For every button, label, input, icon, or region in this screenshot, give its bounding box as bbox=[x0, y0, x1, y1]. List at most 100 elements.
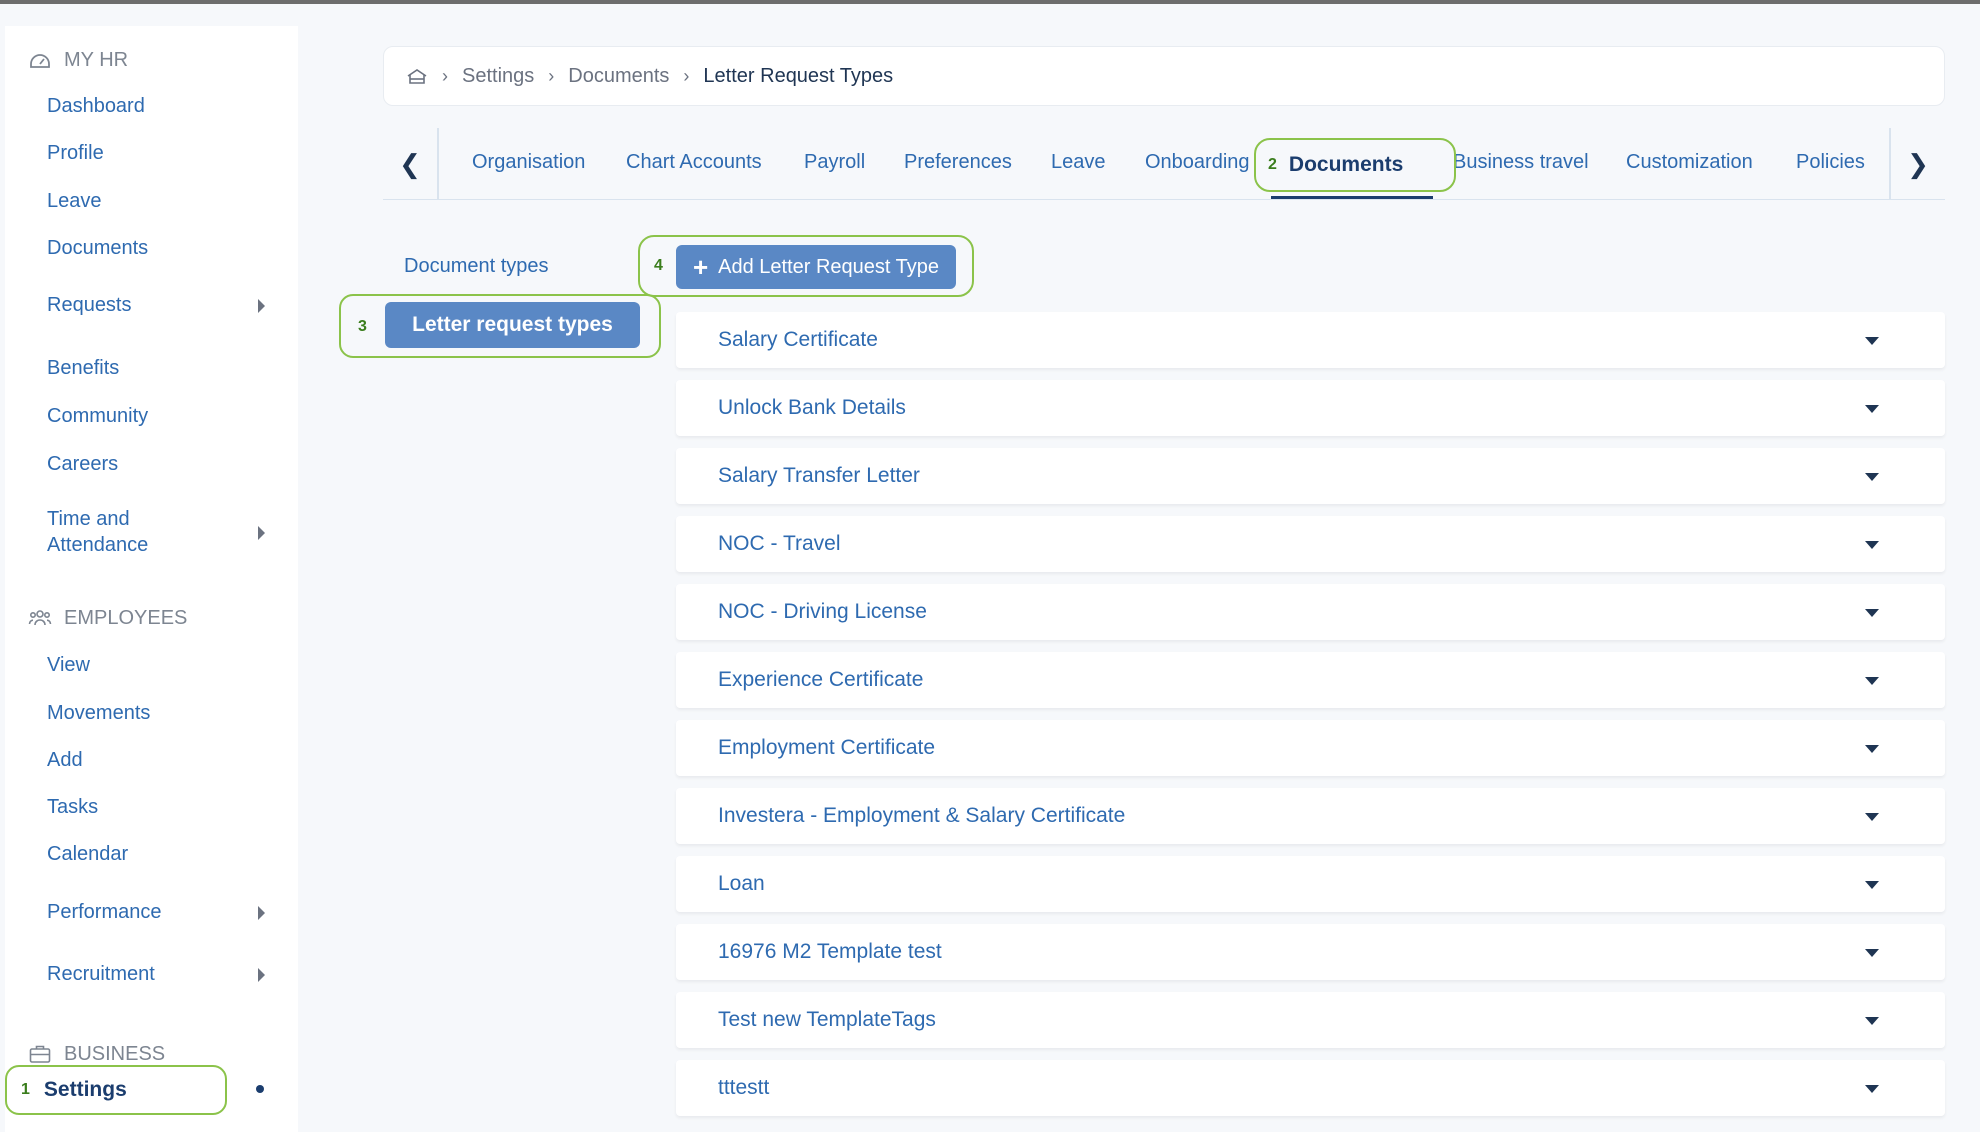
list-item[interactable]: Experience Certificate bbox=[676, 652, 1945, 708]
list-item[interactable]: Investera - Employment & Salary Certific… bbox=[676, 788, 1945, 844]
list-item[interactable]: tttestt bbox=[676, 1060, 1945, 1116]
add-letter-request-highlight: 4 + Add Letter Request Type bbox=[638, 235, 974, 297]
section-business: BUSINESS bbox=[28, 1042, 165, 1066]
chevron-down-icon[interactable] bbox=[1865, 405, 1879, 413]
chevron-down-icon[interactable] bbox=[1865, 609, 1879, 617]
chevron-down-icon[interactable] bbox=[1865, 337, 1879, 345]
breadcrumb-current: Letter Request Types bbox=[703, 64, 894, 87]
list-item-title: NOC - Driving License bbox=[718, 600, 927, 623]
section-my-hr: MY HR bbox=[28, 48, 128, 72]
subnav-letter-request-types-highlight: 3 Letter request types bbox=[339, 294, 661, 358]
subnav-letter-request-types[interactable]: Letter request types bbox=[385, 302, 640, 348]
chevron-down-icon[interactable] bbox=[1865, 881, 1879, 889]
tab-payroll[interactable]: Payroll bbox=[804, 151, 865, 174]
sidebar-item-calendar[interactable]: Calendar bbox=[47, 841, 128, 867]
sidebar-item-requests[interactable]: Requests bbox=[47, 292, 132, 318]
list-item[interactable]: Salary Transfer Letter bbox=[676, 448, 1945, 504]
tab-business-travel[interactable]: Business travel bbox=[1453, 151, 1589, 174]
sidebar-item-benefits[interactable]: Benefits bbox=[47, 355, 119, 381]
sidebar-item-view[interactable]: View bbox=[47, 652, 90, 678]
annotation-step-3: 3 bbox=[358, 318, 367, 335]
breadcrumb-separator-icon: › bbox=[683, 65, 690, 86]
tab-onboarding[interactable]: Onboarding bbox=[1145, 151, 1250, 174]
tabs-scroll-right-icon[interactable]: ❯ bbox=[1889, 128, 1945, 200]
breadcrumb-item-settings[interactable]: Settings bbox=[462, 65, 534, 88]
chevron-down-icon[interactable] bbox=[1865, 813, 1879, 821]
list-item-title: tttestt bbox=[718, 1076, 770, 1099]
annotation-step-2: 2 bbox=[1268, 156, 1277, 173]
sidebar-item-recruitment[interactable]: Recruitment bbox=[47, 961, 155, 987]
sidebar-item-leave[interactable]: Leave bbox=[47, 188, 102, 214]
list-item[interactable]: NOC - Travel bbox=[676, 516, 1945, 572]
list-item-title: Salary Transfer Letter bbox=[718, 464, 920, 487]
tab-documents-label: Documents bbox=[1288, 153, 1404, 176]
tab-customization[interactable]: Customization bbox=[1626, 151, 1753, 174]
chevron-down-icon[interactable] bbox=[1865, 745, 1879, 753]
home-icon[interactable] bbox=[406, 67, 428, 85]
list-item[interactable]: Loan bbox=[676, 856, 1945, 912]
list-item-title: Employment Certificate bbox=[718, 736, 936, 759]
list-item-title: Investera - Employment & Salary Certific… bbox=[718, 804, 1126, 827]
dashboard-gauge-icon bbox=[30, 54, 50, 68]
window-top-border bbox=[0, 0, 1980, 4]
active-tab-underline bbox=[1271, 196, 1433, 199]
chevron-down-icon[interactable] bbox=[1865, 1085, 1879, 1093]
time-attendance-line-2: Attendance bbox=[47, 534, 149, 556]
performance-expand-caret-icon[interactable] bbox=[258, 906, 265, 920]
tab-preferences[interactable]: Preferences bbox=[904, 151, 1012, 174]
subnav-document-types[interactable]: Document types bbox=[404, 255, 549, 278]
add-letter-request-type-label: Add Letter Request Type bbox=[718, 255, 940, 278]
sidebar-item-time-attendance[interactable]: Time and Attendance bbox=[47, 506, 148, 558]
sidebar-item-tasks[interactable]: Tasks bbox=[47, 794, 98, 820]
annotation-step-1: 1 bbox=[21, 1081, 30, 1098]
add-letter-request-type-button[interactable]: + Add Letter Request Type bbox=[676, 245, 956, 289]
sidebar-item-add[interactable]: Add bbox=[47, 747, 83, 773]
recruitment-expand-caret-icon[interactable] bbox=[258, 968, 265, 982]
plus-icon: + bbox=[692, 252, 709, 282]
sidebar-item-performance[interactable]: Performance bbox=[47, 899, 162, 925]
sidebar-item-movements[interactable]: Movements bbox=[47, 700, 150, 726]
chevron-down-icon[interactable] bbox=[1865, 541, 1879, 549]
list-item-title: 16976 M2 Template test bbox=[718, 940, 942, 963]
breadcrumb-item-documents[interactable]: Documents bbox=[568, 65, 669, 88]
list-item[interactable]: Employment Certificate bbox=[676, 720, 1945, 776]
list-item[interactable]: 16976 M2 Template test bbox=[676, 924, 1945, 980]
chevron-down-icon[interactable] bbox=[1865, 1017, 1879, 1025]
chevron-down-icon[interactable] bbox=[1865, 473, 1879, 481]
section-employees-label: EMPLOYEES bbox=[64, 606, 188, 629]
time-attendance-line-1: Time and bbox=[47, 508, 130, 530]
sidebar-item-settings[interactable]: 1 Settings bbox=[5, 1065, 227, 1115]
breadcrumb-separator-icon: › bbox=[548, 65, 555, 86]
list-item-title: NOC - Travel bbox=[718, 532, 841, 555]
section-employees: EMPLOYEES bbox=[28, 606, 187, 630]
tab-chart-accounts[interactable]: Chart Accounts bbox=[626, 151, 762, 174]
list-item[interactable]: NOC - Driving License bbox=[676, 584, 1945, 640]
section-business-label: BUSINESS bbox=[64, 1042, 166, 1065]
list-item[interactable]: Salary Certificate bbox=[676, 312, 1945, 368]
time-attendance-expand-caret-icon[interactable] bbox=[258, 526, 265, 540]
sidebar-item-careers[interactable]: Careers bbox=[47, 451, 118, 477]
list-item-title: Salary Certificate bbox=[718, 328, 878, 351]
settings-tabs: ❮ Organisation Chart Accounts Payroll Pr… bbox=[383, 128, 1945, 200]
active-indicator-dot bbox=[256, 1085, 264, 1093]
sidebar-item-community[interactable]: Community bbox=[47, 403, 148, 429]
tab-leave[interactable]: Leave bbox=[1051, 151, 1106, 174]
sidebar-item-dashboard[interactable]: Dashboard bbox=[47, 93, 145, 119]
sidebar-item-documents[interactable]: Documents bbox=[47, 235, 148, 261]
breadcrumb-separator-icon: › bbox=[442, 65, 448, 86]
tabs-scroll-left-icon[interactable]: ❮ bbox=[383, 128, 439, 200]
briefcase-icon bbox=[29, 1045, 51, 1063]
annotation-step-4: 4 bbox=[654, 257, 663, 274]
requests-expand-caret-icon[interactable] bbox=[258, 299, 265, 313]
tab-policies[interactable]: Policies bbox=[1796, 151, 1865, 174]
list-item[interactable]: Unlock Bank Details bbox=[676, 380, 1945, 436]
sidebar-item-profile[interactable]: Profile bbox=[47, 140, 104, 166]
tab-documents[interactable]: 2 Documents bbox=[1254, 138, 1456, 192]
sidebar: MY HR Dashboard Profile Leave Documents … bbox=[5, 26, 298, 1132]
breadcrumb: › Settings › Documents › Letter Request … bbox=[383, 46, 1945, 106]
list-item-title: Loan bbox=[718, 872, 765, 895]
chevron-down-icon[interactable] bbox=[1865, 949, 1879, 957]
list-item[interactable]: Test new TemplateTags bbox=[676, 992, 1945, 1048]
chevron-down-icon[interactable] bbox=[1865, 677, 1879, 685]
tab-organisation[interactable]: Organisation bbox=[472, 151, 585, 174]
